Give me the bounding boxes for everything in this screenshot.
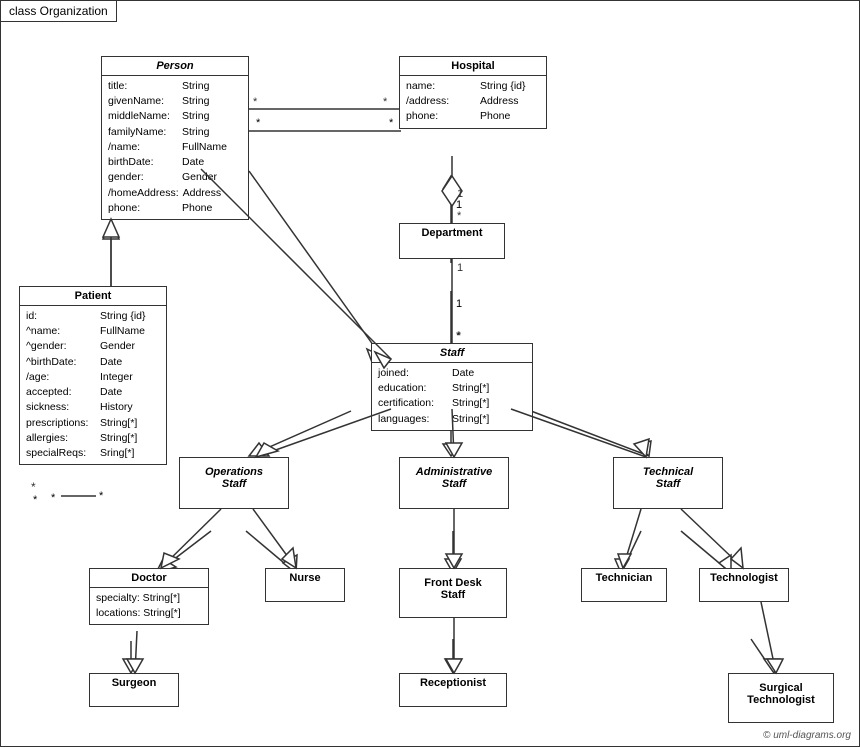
staff-attrs: joined:Date education:String[*] certific… (372, 363, 532, 430)
svg-text:1: 1 (457, 188, 463, 200)
department-class: Department (399, 223, 505, 259)
surgical-technologist-title: SurgicalTechnologist (729, 674, 833, 709)
diagram-container: class Organization * * 1 * 1 * * * (0, 0, 860, 747)
svg-text:1: 1 (457, 262, 463, 274)
svg-text:*: * (31, 480, 36, 494)
front-desk-title: Front DeskStaff (400, 569, 506, 604)
surgical-technologist-class: SurgicalTechnologist (728, 673, 834, 723)
administrative-staff-class: AdministrativeStaff (399, 457, 509, 509)
copyright: © uml-diagrams.org (763, 730, 851, 741)
patient-multiplicity: * (33, 494, 37, 506)
patient-attrs: id:String {id} ^name:FullName ^gender:Ge… (20, 306, 166, 464)
person-attrs: title:String givenName:String middleName… (102, 76, 248, 219)
svg-text:*: * (457, 330, 462, 342)
technician-class: Technician (581, 568, 667, 602)
diagram-title: class Organization (1, 1, 117, 22)
svg-text:*: * (51, 492, 56, 504)
svg-text:*: * (457, 210, 462, 222)
receptionist-class: Receptionist (399, 673, 507, 707)
staff-class: Staff joined:Date education:String[*] ce… (371, 343, 533, 431)
doctor-title: Doctor (90, 569, 208, 588)
technical-staff-class: TechnicalStaff (613, 457, 723, 509)
svg-text:*: * (253, 96, 258, 108)
nurse-title: Nurse (266, 569, 344, 587)
receptionist-title: Receptionist (400, 674, 506, 692)
svg-text:*: * (256, 117, 261, 129)
technical-staff-title: TechnicalStaff (614, 458, 722, 493)
surgeon-title: Surgeon (90, 674, 178, 692)
nurse-class: Nurse (265, 568, 345, 602)
doctor-attrs: specialty: String[*] locations: String[*… (90, 588, 208, 624)
hospital-title: Hospital (400, 57, 546, 76)
front-desk-staff-class: Front DeskStaff (399, 568, 507, 618)
patient-title: Patient (20, 287, 166, 306)
doctor-class: Doctor specialty: String[*] locations: S… (89, 568, 209, 625)
svg-text:1: 1 (456, 298, 462, 310)
svg-text:*: * (99, 490, 104, 502)
technologist-title: Technologist (700, 569, 788, 587)
operations-staff-title: OperationsStaff (180, 458, 288, 493)
person-class: Person title:String givenName:String mid… (101, 56, 249, 220)
person-title: Person (102, 57, 248, 76)
department-title: Department (400, 224, 504, 242)
patient-class: Patient id:String {id} ^name:FullName ^g… (19, 286, 167, 465)
staff-title: Staff (372, 344, 532, 363)
operations-staff-class: OperationsStaff (179, 457, 289, 509)
technologist-class: Technologist (699, 568, 789, 602)
hospital-attrs: name:String {id} /address:Address phone:… (400, 76, 546, 128)
svg-text:*: * (383, 96, 388, 108)
hospital-class: Hospital name:String {id} /address:Addre… (399, 56, 547, 129)
svg-text:*: * (456, 330, 461, 342)
technician-title: Technician (582, 569, 666, 587)
svg-text:*: * (389, 117, 394, 129)
surgeon-class: Surgeon (89, 673, 179, 707)
administrative-staff-title: AdministrativeStaff (400, 458, 508, 493)
svg-text:1: 1 (456, 199, 462, 211)
